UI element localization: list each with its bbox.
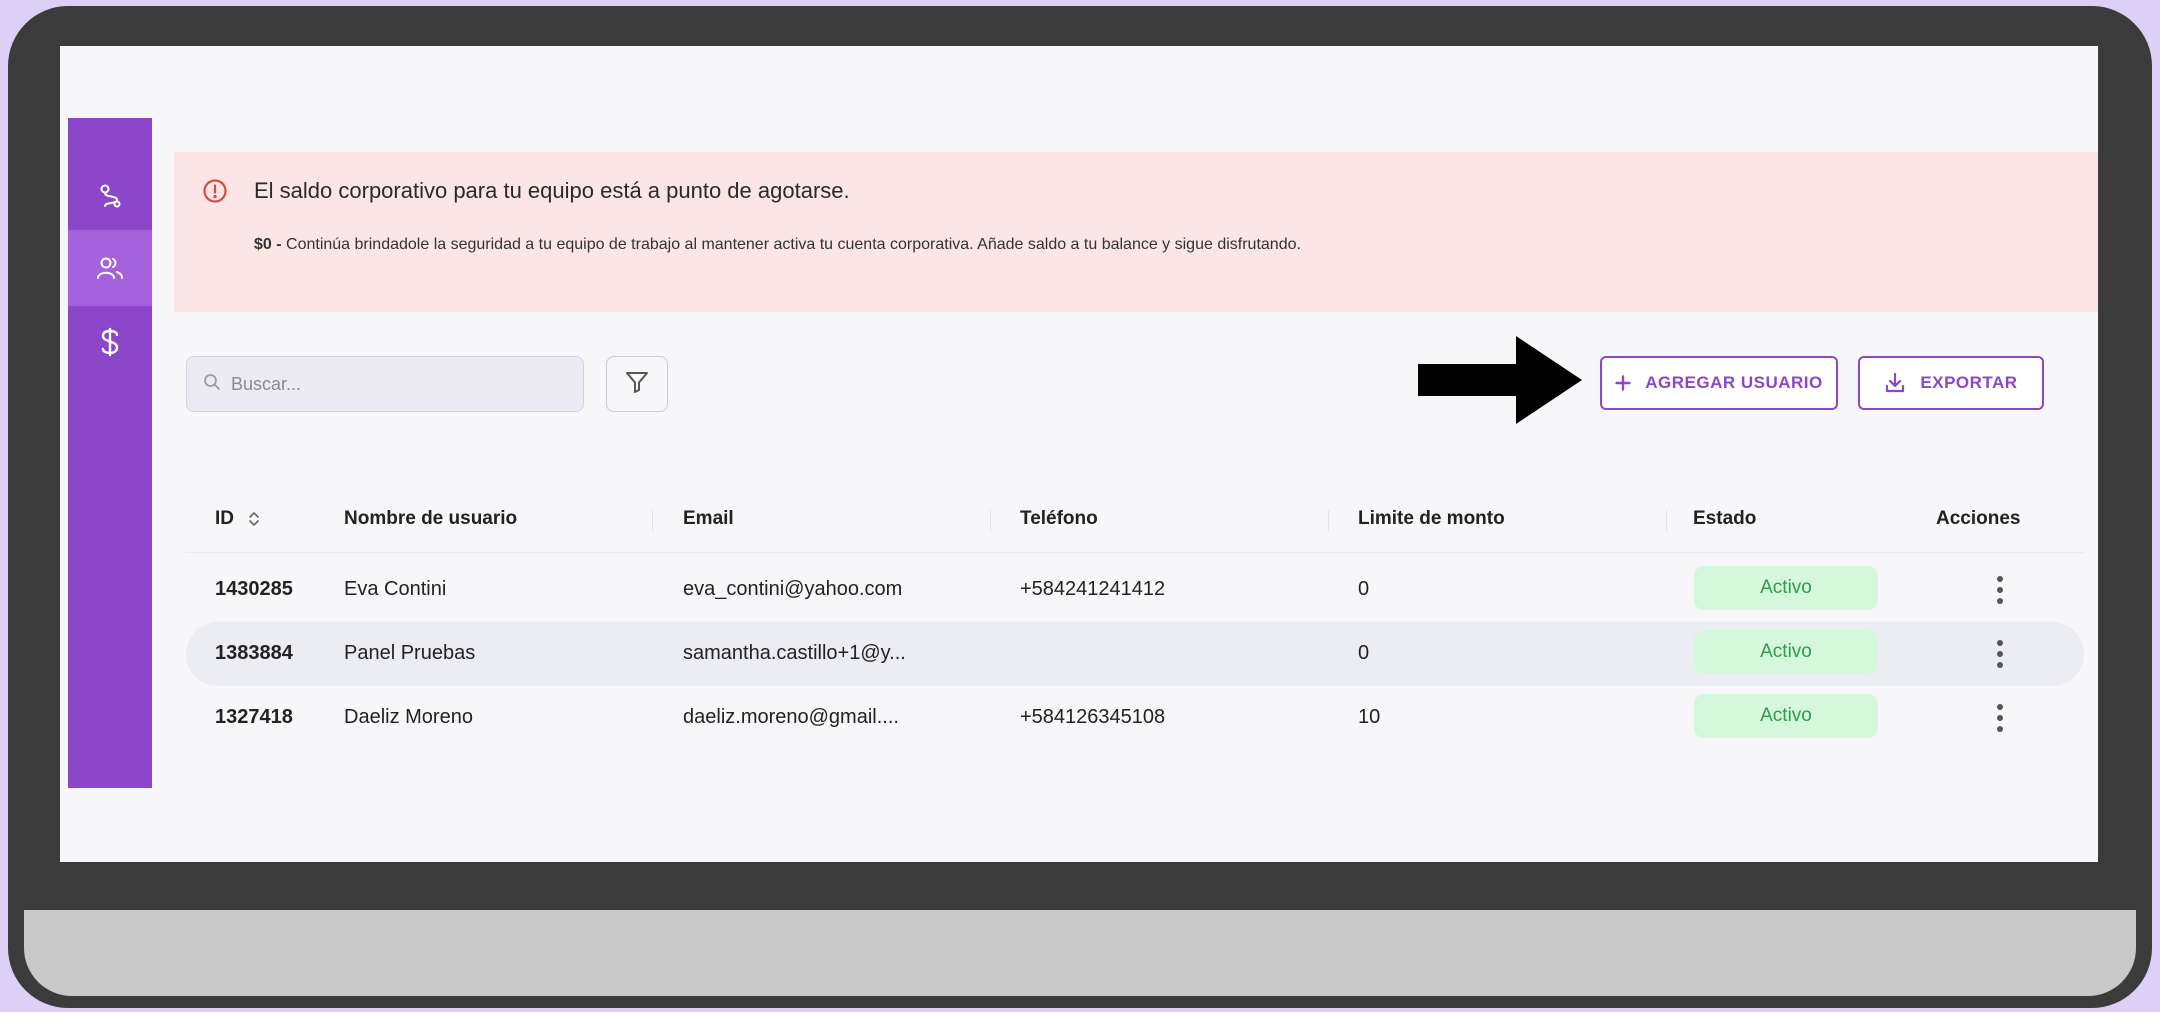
cell-username: Panel Pruebas bbox=[344, 642, 476, 664]
cell-phone: +584241241412 bbox=[1020, 578, 1166, 600]
header-limit: Limite de monto bbox=[1358, 508, 1505, 529]
cell-username: Daeliz Moreno bbox=[344, 706, 473, 728]
cell-phone: +584126345108 bbox=[1020, 706, 1166, 728]
sidebar-item-users[interactable] bbox=[68, 230, 152, 306]
add-user-label: AGREGAR USUARIO bbox=[1645, 373, 1823, 392]
header-status: Estado bbox=[1693, 508, 1757, 529]
status-badge: Activo bbox=[1694, 694, 1878, 738]
row-actions-menu-icon[interactable] bbox=[1986, 698, 2014, 738]
column-divider bbox=[1328, 510, 1329, 532]
cell-limit: 0 bbox=[1358, 642, 1370, 664]
pointer-arrow-icon bbox=[1418, 336, 1582, 429]
export-button[interactable]: EXPORTAR bbox=[1858, 356, 2044, 410]
column-divider bbox=[1666, 510, 1667, 532]
search-box bbox=[186, 356, 584, 412]
filter-button[interactable] bbox=[606, 356, 668, 412]
cell-id: 1383884 bbox=[215, 642, 293, 664]
export-label: EXPORTAR bbox=[1920, 373, 2018, 392]
header-actions: Acciones bbox=[1936, 508, 2021, 529]
cell-email: eva_contini@yahoo.com bbox=[683, 578, 903, 600]
row-actions-menu-icon[interactable] bbox=[1986, 570, 2014, 610]
status-badge: Activo bbox=[1694, 566, 1878, 610]
cell-email: samantha.castillo+1@y... bbox=[683, 642, 906, 664]
users-icon bbox=[95, 254, 125, 282]
sort-icon[interactable] bbox=[248, 510, 260, 528]
alert-title: El saldo corporativo para tu equipo está… bbox=[254, 178, 850, 203]
cell-id: 1327418 bbox=[215, 706, 293, 728]
header-phone: Teléfono bbox=[1020, 508, 1098, 529]
filter-icon bbox=[624, 369, 650, 400]
app-screen: El saldo corporativo para tu equipo está… bbox=[60, 46, 2098, 862]
table-row[interactable]: 1430285 Eva Contini eva_contini@yahoo.co… bbox=[186, 558, 2084, 622]
alert-description: $0 - Continúa brindadole la seguridad a … bbox=[254, 236, 1301, 254]
search-input[interactable] bbox=[229, 372, 553, 396]
route-icon bbox=[96, 182, 124, 210]
monitor-chin bbox=[24, 910, 2136, 996]
alert-amount: $0 - bbox=[254, 236, 282, 253]
header-email: Email bbox=[683, 508, 734, 529]
table-row[interactable]: 1327418 Daeliz Moreno daeliz.moreno@gmai… bbox=[186, 686, 2084, 750]
header-username: Nombre de usuario bbox=[344, 508, 518, 529]
alert-circle-icon bbox=[202, 178, 228, 209]
sidebar-item-routes[interactable] bbox=[68, 158, 152, 234]
header-divider bbox=[186, 552, 2084, 553]
table-row[interactable]: 1383884 Panel Pruebas samantha.castillo+… bbox=[186, 622, 2084, 686]
row-actions-menu-icon[interactable] bbox=[1986, 634, 2014, 674]
alert-message: Continúa brindadole la seguridad a tu eq… bbox=[281, 236, 1301, 253]
column-divider bbox=[652, 510, 653, 532]
low-balance-alert: El saldo corporativo para tu equipo está… bbox=[174, 152, 2098, 312]
header-id-label: ID bbox=[215, 508, 234, 529]
cell-id: 1430285 bbox=[215, 578, 293, 600]
cell-username: Eva Contini bbox=[344, 578, 447, 600]
header-id[interactable]: ID bbox=[215, 508, 260, 530]
cell-email: daeliz.moreno@gmail.... bbox=[683, 706, 899, 728]
search-icon bbox=[203, 373, 221, 396]
sidebar-item-billing[interactable] bbox=[68, 304, 152, 380]
column-divider bbox=[990, 510, 991, 532]
cell-limit: 10 bbox=[1358, 706, 1381, 728]
add-user-button[interactable]: AGREGAR USUARIO bbox=[1600, 356, 1838, 410]
download-icon bbox=[1884, 372, 1906, 394]
plus-icon bbox=[1615, 375, 1631, 391]
cell-limit: 0 bbox=[1358, 578, 1370, 600]
sidebar bbox=[68, 118, 152, 788]
dollar-icon bbox=[98, 326, 122, 358]
status-badge: Activo bbox=[1694, 630, 1878, 674]
